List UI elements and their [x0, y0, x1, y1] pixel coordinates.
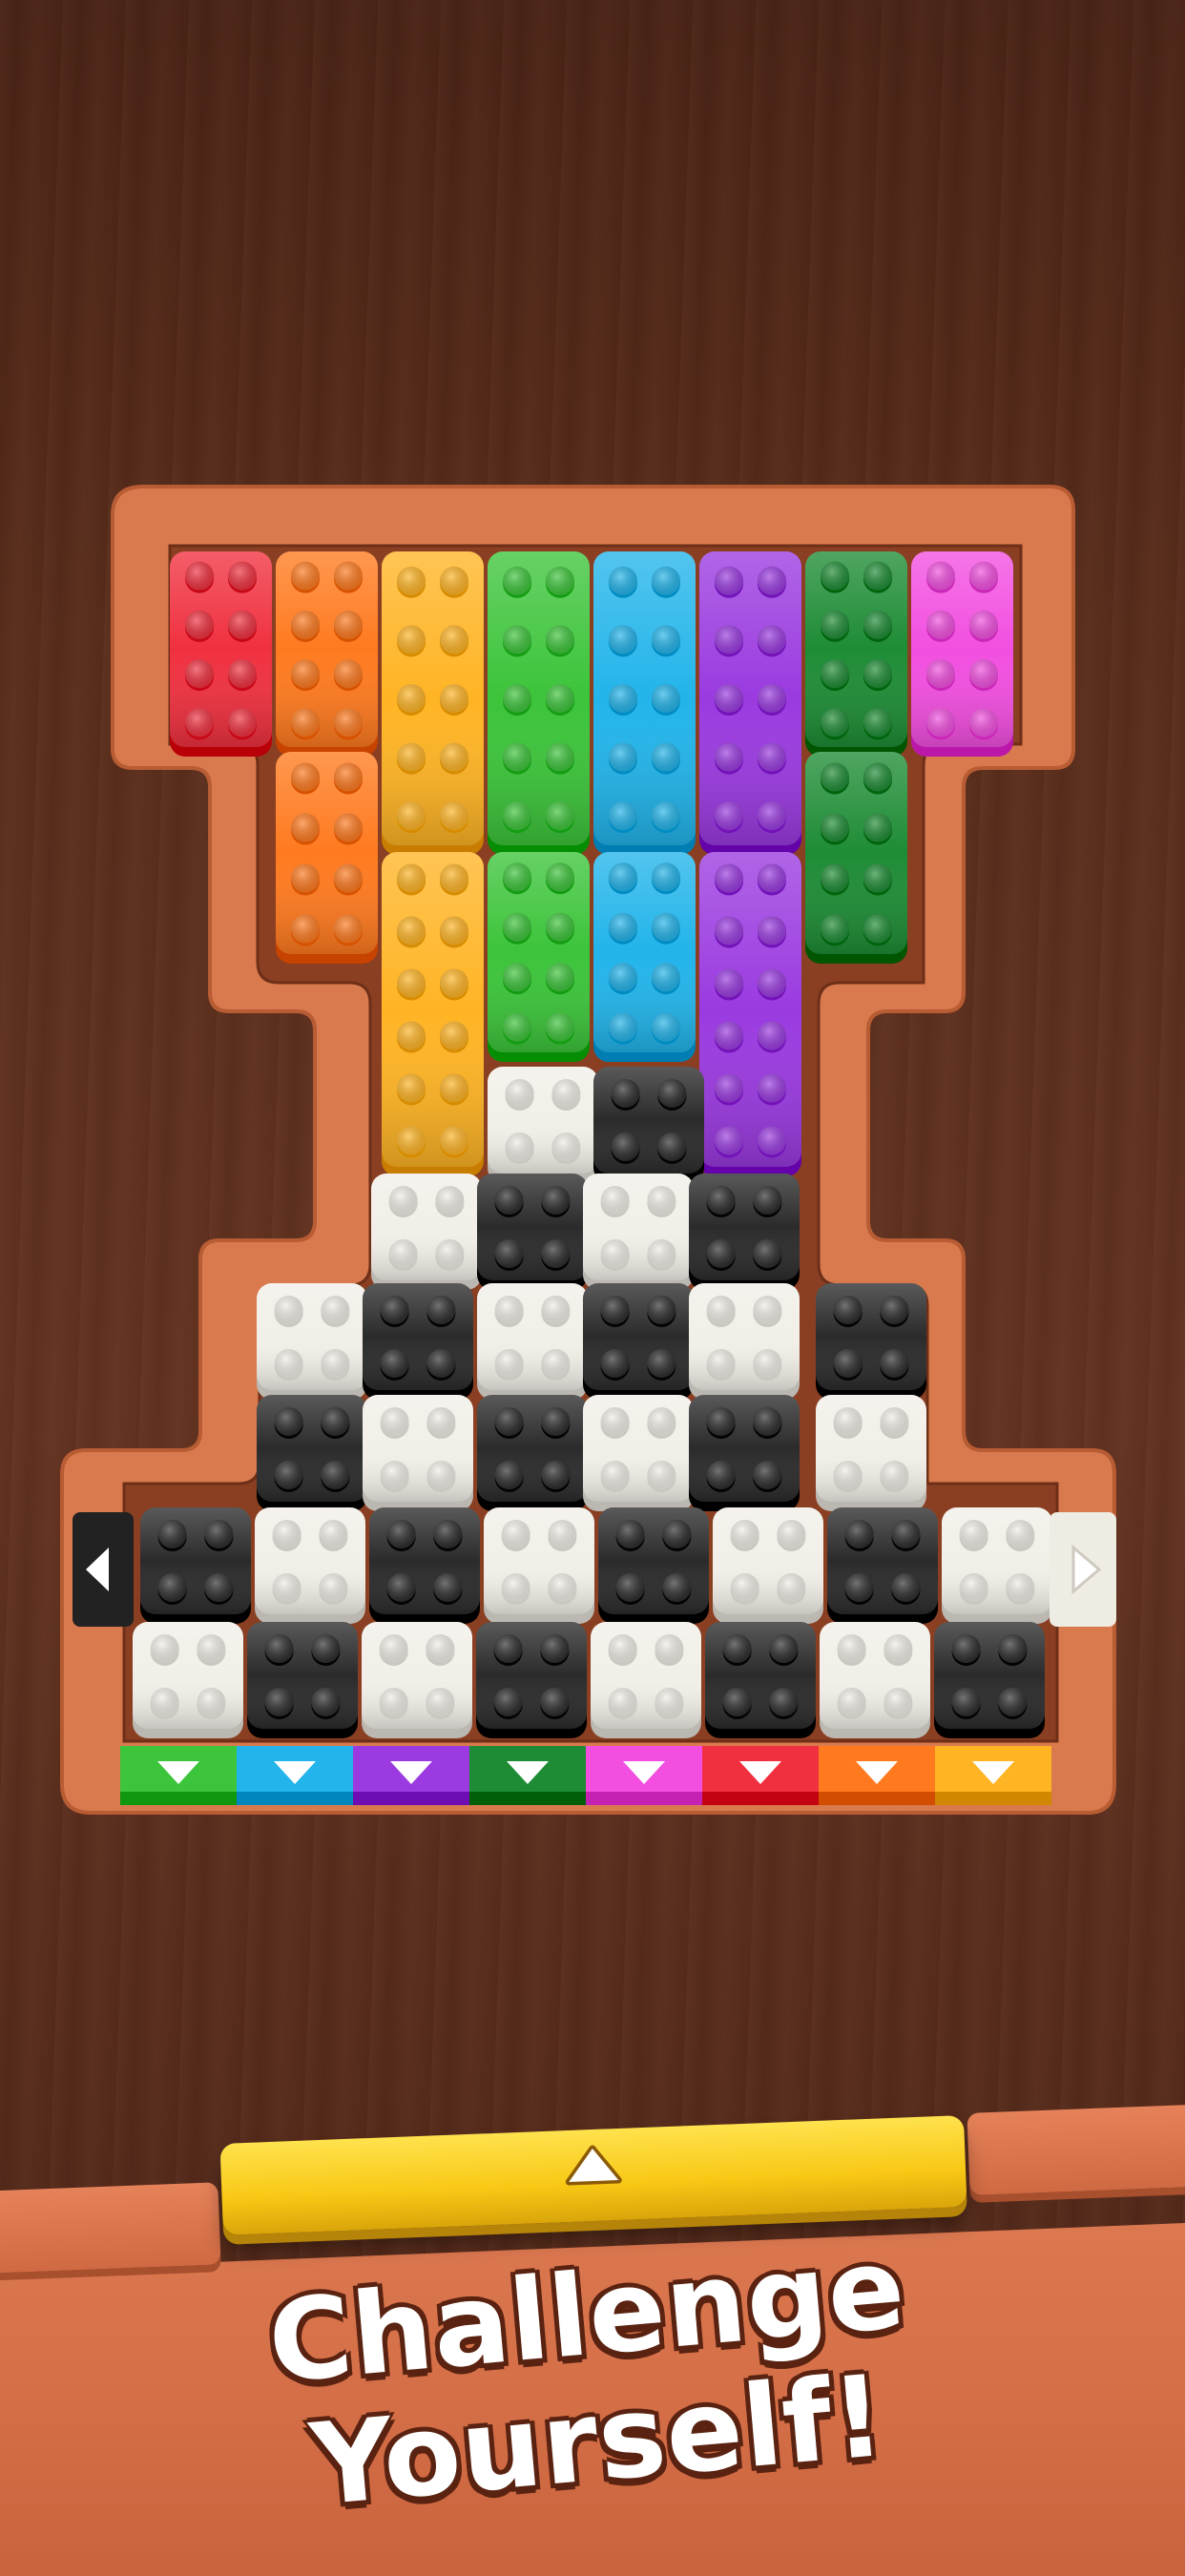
- black-brick[interactable]: [689, 1395, 800, 1511]
- exit-gate: [120, 1746, 237, 1805]
- color-brick[interactable]: [699, 551, 801, 855]
- black-brick[interactable]: [369, 1507, 480, 1624]
- white-brick[interactable]: [689, 1283, 800, 1400]
- color-brick[interactable]: [593, 551, 696, 855]
- up-arrow-icon: [565, 2145, 622, 2186]
- white-brick[interactable]: [816, 1395, 926, 1511]
- exit-gate: [935, 1746, 1051, 1805]
- white-brick[interactable]: [477, 1283, 588, 1400]
- black-brick[interactable]: [477, 1395, 588, 1511]
- white-brick[interactable]: [942, 1507, 1052, 1624]
- right-ledge: [967, 2104, 1185, 2195]
- color-brick[interactable]: [382, 852, 484, 1176]
- white-brick[interactable]: [363, 1395, 473, 1511]
- color-brick[interactable]: [488, 852, 590, 1062]
- black-brick[interactable]: [583, 1283, 694, 1400]
- exit-gate: [702, 1746, 819, 1805]
- left-ledge: [0, 2182, 221, 2274]
- white-brick[interactable]: [257, 1283, 367, 1400]
- color-brick[interactable]: [593, 852, 696, 1062]
- left-arrow-button[interactable]: [73, 1512, 134, 1627]
- color-brick[interactable]: [382, 551, 484, 855]
- white-brick[interactable]: [591, 1622, 701, 1738]
- white-brick[interactable]: [362, 1622, 472, 1738]
- right-arrow-button[interactable]: [1050, 1512, 1116, 1627]
- black-brick[interactable]: [257, 1395, 367, 1511]
- exit-gate: [237, 1746, 353, 1805]
- black-brick[interactable]: [363, 1283, 473, 1400]
- black-brick[interactable]: [934, 1622, 1045, 1738]
- white-brick[interactable]: [583, 1174, 694, 1290]
- black-brick[interactable]: [593, 1067, 704, 1183]
- color-brick[interactable]: [805, 551, 907, 757]
- exit-gate: [469, 1746, 586, 1805]
- white-brick[interactable]: [713, 1507, 823, 1624]
- exit-gate: [819, 1746, 935, 1805]
- white-brick[interactable]: [133, 1622, 243, 1738]
- color-brick[interactable]: [170, 551, 272, 757]
- white-brick[interactable]: [583, 1395, 694, 1511]
- black-brick[interactable]: [816, 1283, 926, 1400]
- white-brick[interactable]: [484, 1507, 594, 1624]
- color-brick[interactable]: [488, 551, 590, 855]
- color-brick[interactable]: [805, 752, 907, 964]
- black-brick[interactable]: [705, 1622, 816, 1738]
- black-brick[interactable]: [598, 1507, 709, 1624]
- color-brick[interactable]: [699, 852, 801, 1176]
- black-brick[interactable]: [689, 1174, 800, 1290]
- exit-gates: [120, 1746, 1051, 1805]
- white-brick[interactable]: [820, 1622, 930, 1738]
- black-brick[interactable]: [827, 1507, 938, 1624]
- white-brick[interactable]: [255, 1507, 365, 1624]
- white-brick[interactable]: [371, 1174, 482, 1290]
- color-brick[interactable]: [276, 551, 378, 757]
- black-brick[interactable]: [476, 1622, 587, 1738]
- exit-gate: [353, 1746, 469, 1805]
- black-brick[interactable]: [477, 1174, 588, 1290]
- color-brick[interactable]: [911, 551, 1013, 757]
- white-brick[interactable]: [488, 1067, 598, 1183]
- black-brick[interactable]: [247, 1622, 358, 1738]
- exit-gate: [586, 1746, 702, 1805]
- color-brick[interactable]: [276, 752, 378, 964]
- black-brick[interactable]: [140, 1507, 251, 1624]
